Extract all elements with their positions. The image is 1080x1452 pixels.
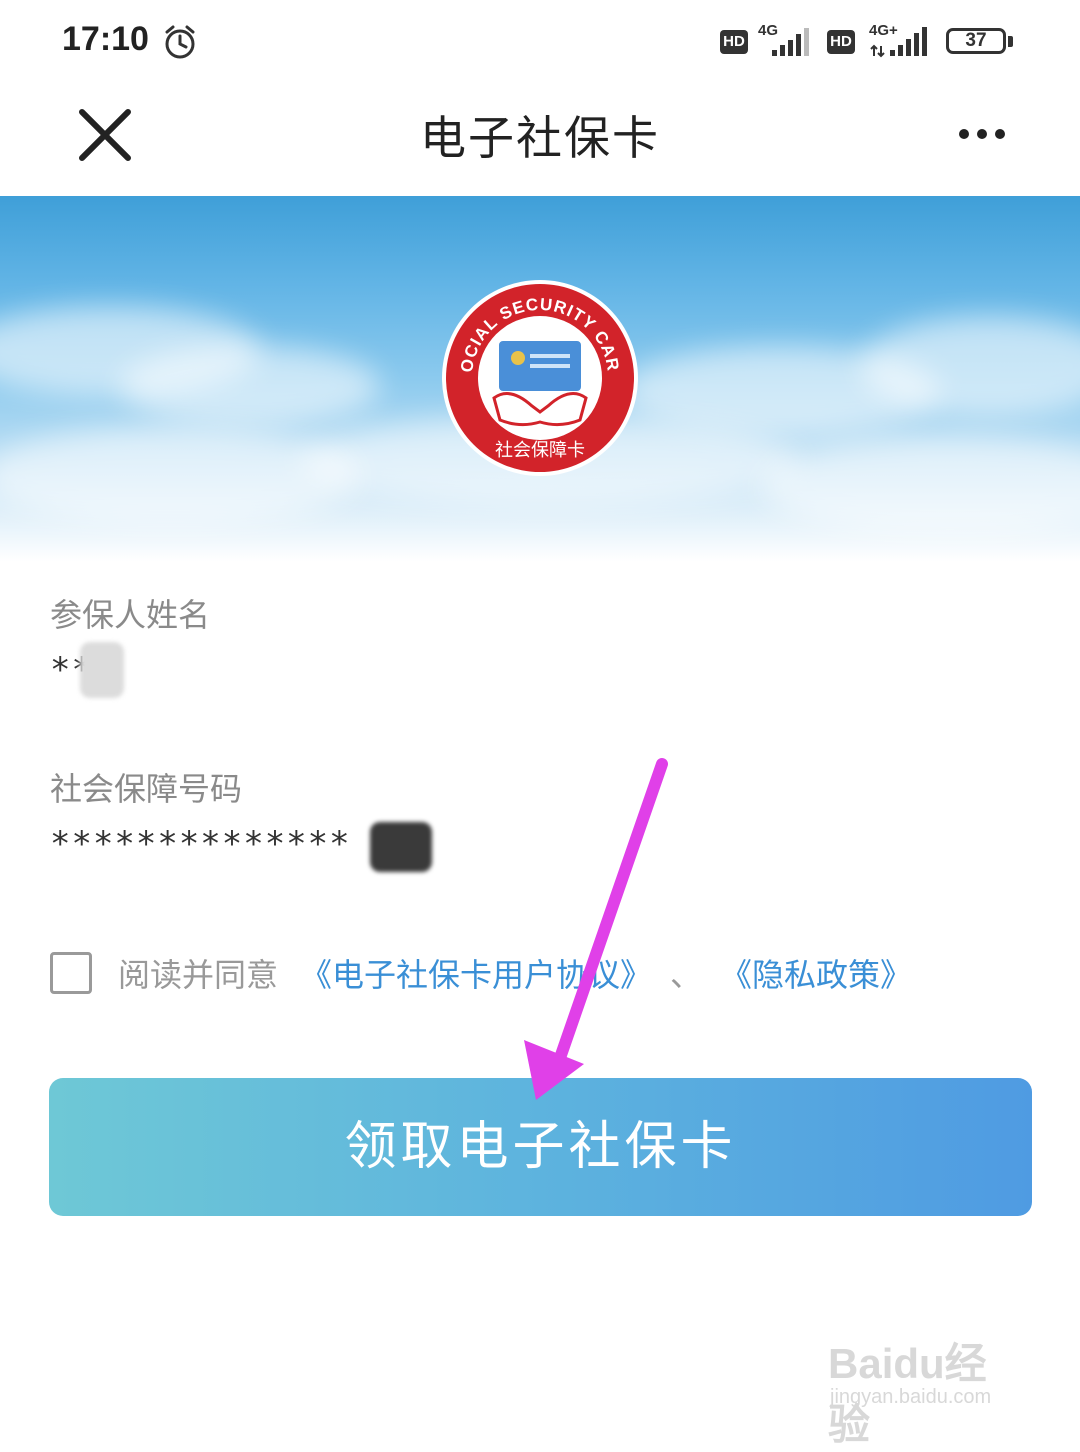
user-agreement-link[interactable]: 《电子社保卡用户协议》: [300, 950, 652, 996]
id-number-label: 社会保障号码: [50, 770, 243, 808]
page-title: 电子社保卡: [420, 111, 660, 165]
nav-bar: 电子社保卡: [0, 86, 1080, 196]
battery-level: 37: [965, 30, 987, 51]
watermark-url: jingyan.baidu.com: [830, 1386, 992, 1408]
battery-indicator: 37: [946, 28, 1006, 54]
agreement-separator: 、: [670, 956, 703, 994]
id-number-value: **************: [50, 824, 351, 864]
redaction-blur: [370, 822, 432, 872]
baidu-watermark: Baidu经验 jingyan.baidu.com: [828, 1320, 1028, 1448]
signal-strength-icon-1: [772, 28, 809, 56]
claim-card-button[interactable]: 领取电子社保卡: [49, 1078, 1032, 1216]
status-time: 17:10: [62, 20, 149, 58]
hd-badge-2: HD: [827, 30, 855, 54]
logo-bottom-text: 社会保障卡: [495, 440, 585, 461]
privacy-policy-link[interactable]: 《隐私政策》: [720, 950, 912, 996]
status-bar: 17:10 HD 4G HD 4G+ 37: [0, 0, 1080, 86]
agreement-checkbox[interactable]: [50, 952, 92, 994]
battery-tip: [1008, 36, 1013, 47]
more-options-icon[interactable]: [952, 114, 1012, 154]
name-label: 参保人姓名: [50, 596, 211, 634]
signal-strength-icon-2: [870, 27, 927, 58]
redaction-blur: [80, 642, 124, 698]
banner: SOCIAL SECURITY CARD 社会保障卡: [0, 196, 1080, 562]
hd-badge-1: HD: [720, 30, 748, 54]
agreement-prefix: 阅读并同意: [118, 956, 279, 994]
alarm-clock-icon: [165, 25, 195, 59]
agreement-row: 阅读并同意 《电子社保卡用户协议》 、 《隐私政策》: [50, 950, 1050, 1000]
social-security-card-logo: SOCIAL SECURITY CARD 社会保障卡: [440, 278, 638, 476]
